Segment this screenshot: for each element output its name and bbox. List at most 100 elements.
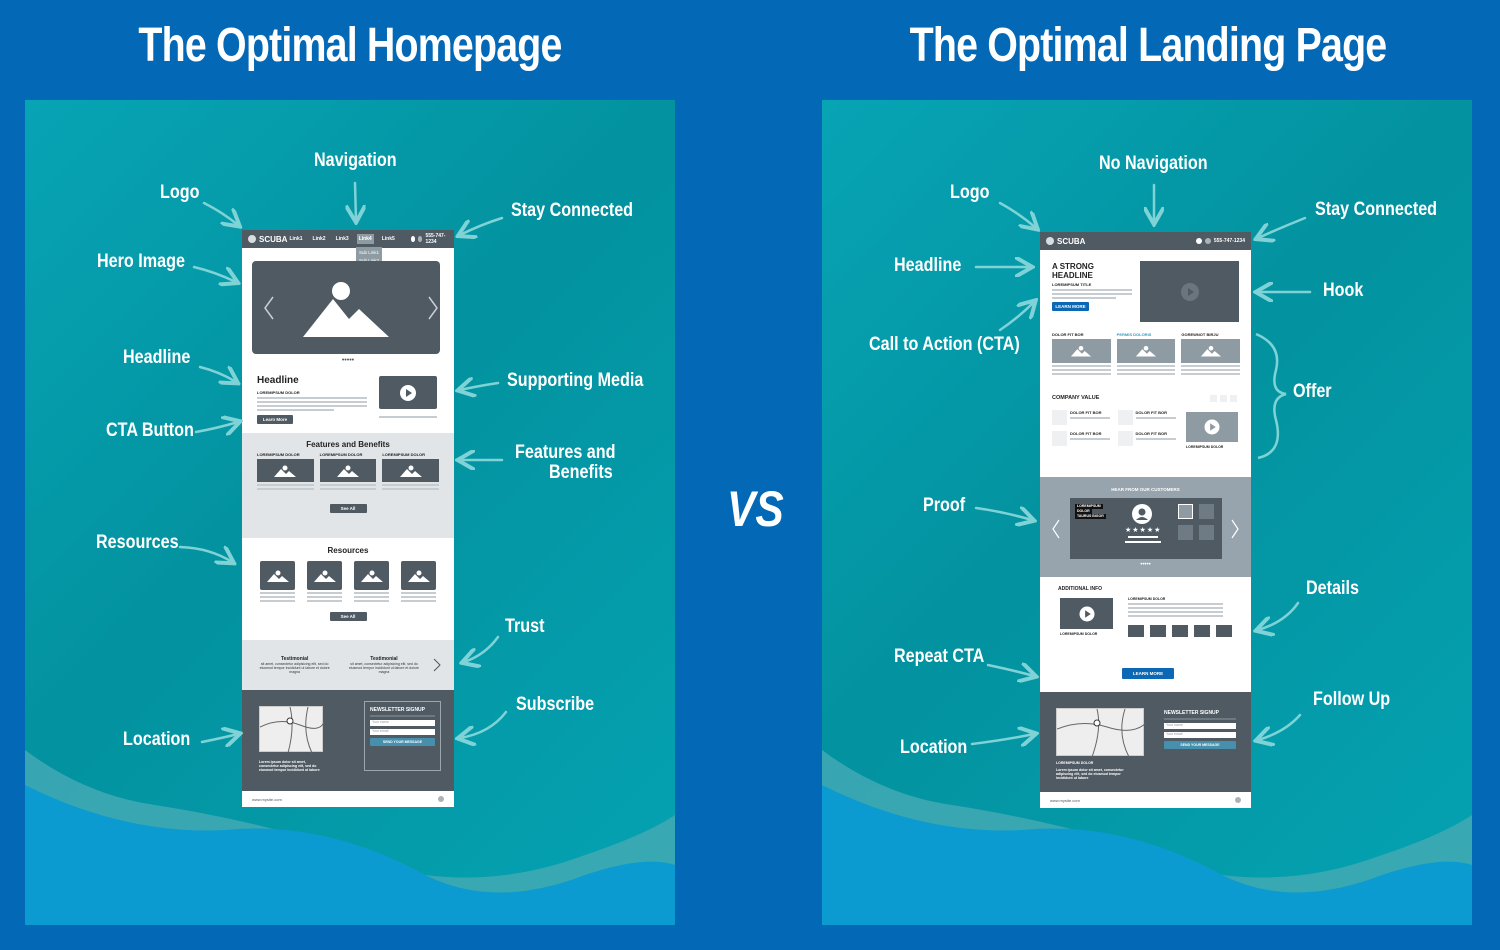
wf-details-video[interactable] xyxy=(1060,598,1113,629)
wf-tag: TAURUS BIGOR xyxy=(1075,514,1106,519)
mountain-image-icon xyxy=(399,465,422,477)
wf-nav-link[interactable]: Link1 xyxy=(287,234,304,244)
label-stay-connected-landing: Stay Connected xyxy=(1315,199,1438,220)
wf-headline: A STRONG HEADLINE xyxy=(1052,262,1094,280)
label-resources: Resources xyxy=(96,532,179,553)
wf-logo-text: SCUBA xyxy=(259,234,288,244)
play-icon[interactable] xyxy=(400,384,416,401)
wf-hero-dots[interactable]: ••••• xyxy=(242,357,454,364)
wf-repeat-cta-button[interactable]: LEARN MORE xyxy=(1122,668,1174,679)
wf-value-item: DOLOR FIT BOR xyxy=(1052,431,1112,446)
wf-value-item: DOLOR FIT BOR xyxy=(1117,410,1178,425)
wf-cta-button[interactable]: LEARN MORE xyxy=(1052,302,1089,311)
user-avatar-icon[interactable] xyxy=(1199,504,1214,519)
label-location: Location xyxy=(123,729,191,750)
image-icon[interactable] xyxy=(1150,625,1166,637)
image-icon[interactable] xyxy=(1172,625,1188,637)
play-icon[interactable] xyxy=(1079,606,1094,621)
wf-nav-link-active[interactable]: Link4 xyxy=(356,234,374,244)
wf-feature-col: LOREMIPSUM DOLOR xyxy=(257,452,314,492)
wf-name-input[interactable]: Your name xyxy=(1164,723,1236,729)
chevron-right-icon[interactable] xyxy=(1231,519,1239,539)
mountain-image-icon xyxy=(1200,345,1221,357)
wf-offer-col: GOREWNOT BIRJU xyxy=(1181,332,1241,377)
wf-resource-card[interactable] xyxy=(307,561,342,590)
wf-resources-section: Resources See All xyxy=(242,538,454,640)
wf-dropdown-item[interactable]: Sub Link1 xyxy=(359,249,379,257)
wf-contact: 555-747-1234 xyxy=(1195,238,1245,244)
wf-carousel-dots[interactable]: ••••• xyxy=(1040,562,1251,568)
wf-address: Lorem ipsum dolor sit amet, consectetur … xyxy=(259,760,320,772)
label-hook: Hook xyxy=(1323,280,1364,301)
play-icon[interactable] xyxy=(1216,625,1232,637)
label-proof: Proof xyxy=(923,495,966,516)
wf-hook-video[interactable] xyxy=(1140,261,1239,322)
wf-nav-link[interactable]: Link2 xyxy=(311,234,328,244)
globe-icon[interactable] xyxy=(1204,238,1211,244)
label-cta-landing: Call to Action (CTA) xyxy=(869,334,1020,355)
wf-cta-button[interactable]: Learn More xyxy=(257,415,293,424)
star-rating-icon: ★★★★★ xyxy=(1125,527,1162,534)
wf-testimonials: Testimonial sit amet, consectetur adipisi… xyxy=(242,640,454,690)
play-icon[interactable] xyxy=(1194,625,1210,637)
wf-location-map[interactable] xyxy=(1056,708,1146,758)
wf-hero-image xyxy=(252,261,440,354)
wf-nav-bar: SCUBA Link1 Link2 Link3 Link4 Link5 555-… xyxy=(242,230,454,248)
wf-supporting-video[interactable] xyxy=(379,376,437,409)
mountain-image-icon xyxy=(1071,345,1092,357)
wf-name-input[interactable]: Your name xyxy=(370,720,435,726)
user-avatar-icon[interactable] xyxy=(1178,525,1193,540)
wf-logo: SCUBA xyxy=(248,235,287,244)
chevron-left-icon[interactable] xyxy=(1052,519,1060,539)
label-no-navigation: No Navigation xyxy=(1099,153,1208,174)
wf-offer-columns: DOLOR FIT BOR PERMIS DOLORIS GOREWNOT BI… xyxy=(1052,332,1241,377)
label-hero-image: Hero Image xyxy=(97,251,185,272)
label-cta-button: CTA Button xyxy=(106,420,194,441)
wf-nav-bar: SCUBA 555-747-1234 xyxy=(1040,232,1251,250)
globe-icon[interactable] xyxy=(418,236,423,242)
play-icon[interactable] xyxy=(1180,282,1199,301)
wf-url[interactable]: www.mysite.com xyxy=(252,797,282,802)
wf-features-see-all[interactable]: See All xyxy=(329,504,367,513)
user-avatar-icon[interactable] xyxy=(1178,504,1193,519)
wf-resource-card[interactable] xyxy=(260,561,295,590)
wf-email-input[interactable]: Your email xyxy=(1164,732,1236,738)
wf-url[interactable]: www.mysite.com xyxy=(1050,798,1080,803)
label-headline-landing: Headline xyxy=(894,255,962,276)
wf-address-title: LOREMIPSUM DOLOR xyxy=(1056,761,1094,765)
wf-resource-card[interactable] xyxy=(354,561,389,590)
label-navigation: Navigation xyxy=(314,150,397,171)
wf-value-pager xyxy=(1210,395,1237,402)
wf-nav-link[interactable]: Link5 xyxy=(380,234,397,244)
wf-additional-info-title: ADDITIONAL INFO xyxy=(1058,586,1103,592)
chevron-right-icon[interactable] xyxy=(428,296,438,320)
mountain-image-icon xyxy=(337,465,359,477)
wf-newsletter-box: NEWSLETTER SIGNUP Your name Your email S… xyxy=(1164,710,1236,749)
wf-resource-card[interactable] xyxy=(401,561,436,590)
wf-logo-text: SCUBA xyxy=(1057,236,1086,246)
label-location-landing: Location xyxy=(900,737,968,758)
facebook-icon[interactable] xyxy=(410,236,416,242)
wf-details-media xyxy=(1128,625,1232,637)
wf-email-input[interactable]: Your email xyxy=(370,729,435,735)
wf-headline-block: Headline LOREMIPSUM DOLOR Learn More xyxy=(257,375,367,424)
wf-nav-link[interactable]: Link3 xyxy=(334,234,351,244)
wf-send-button[interactable]: SEND YOUR MESSAGE xyxy=(370,738,435,746)
wf-footer-section: LOREMIPSUM DOLOR Lorem ipsum dolor sit a… xyxy=(1040,692,1251,792)
wf-location-map[interactable] xyxy=(259,706,325,754)
chevron-left-icon[interactable] xyxy=(264,296,274,320)
diver-logo-icon xyxy=(438,796,444,802)
chevron-right-icon[interactable] xyxy=(433,658,442,672)
facebook-icon[interactable] xyxy=(1195,238,1202,244)
user-avatar-icon[interactable] xyxy=(1199,525,1214,540)
homepage-wireframe: SCUBA Link1 Link2 Link3 Link4 Link5 555-… xyxy=(242,230,454,807)
wf-send-button[interactable]: SEND YOUR MESSAGE xyxy=(1164,741,1236,749)
play-icon[interactable] xyxy=(1204,419,1220,435)
wf-resources-see-all[interactable]: See All xyxy=(329,612,367,621)
wf-subheadline: LOREMIPSUM TITLE xyxy=(1052,282,1092,287)
wf-value-grid: DOLOR FIT BOR DOLOR FIT BOR DOLOR FIT BO… xyxy=(1052,410,1177,446)
wf-value-video[interactable] xyxy=(1186,412,1238,442)
wf-customers-title: HEAR FROM OUR CUSTOMERS xyxy=(1111,487,1180,492)
image-icon[interactable] xyxy=(1128,625,1144,637)
label-features-2: Benefits xyxy=(549,462,613,483)
